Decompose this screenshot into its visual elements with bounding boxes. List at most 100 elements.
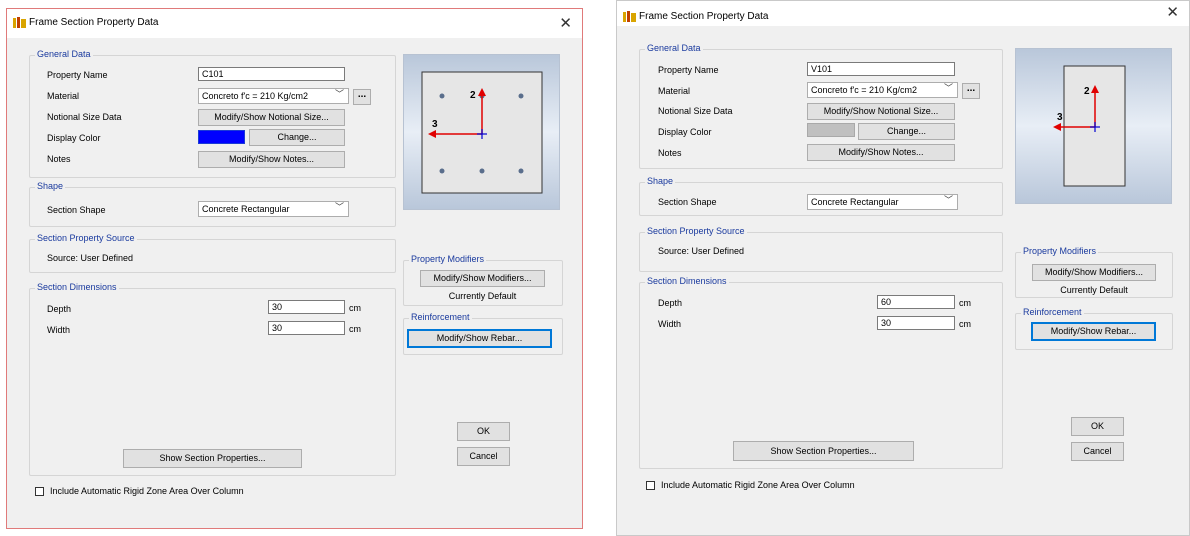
depth-input[interactable]: 60 (877, 295, 955, 309)
notional-size-button[interactable]: Modify/Show Notional Size... (807, 103, 955, 120)
section-drawing: 2 3 (1053, 65, 1126, 187)
group-legend: Property Modifiers (409, 254, 487, 264)
notes-label: Notes (47, 154, 71, 164)
chevron-down-icon: ﹀ (943, 83, 953, 93)
display-color-swatch[interactable] (807, 123, 855, 137)
rebar-dot (518, 168, 524, 174)
axis-2-label: 2 (470, 90, 476, 101)
source-text: Source: User Defined (658, 246, 745, 256)
depth-unit: cm (959, 298, 971, 308)
group-legend: General Data (35, 49, 93, 59)
rebar-button[interactable]: Modify/Show Rebar... (1031, 322, 1156, 341)
notes-button[interactable]: Modify/Show Notes... (807, 144, 955, 161)
material-label: Material (658, 86, 691, 96)
frame-section-dialog-column: Frame Section Property Data ✕ General Da… (6, 8, 583, 529)
source-text: Source: User Defined (47, 253, 134, 263)
group-legend: Section Property Source (645, 226, 747, 236)
width-input[interactable]: 30 (877, 316, 955, 330)
rebar-button[interactable]: Modify/Show Rebar... (407, 329, 552, 348)
depth-label: Depth (47, 304, 72, 314)
group-legend: Section Dimensions (35, 282, 119, 292)
rigid-zone-label: Include Automatic Rigid Zone Area Over C… (50, 486, 244, 496)
section-shape-select[interactable]: Concrete Rectangular ﹀ (807, 194, 958, 210)
modifiers-button[interactable]: Modify/Show Modifiers... (1032, 264, 1156, 281)
depth-label: Depth (658, 298, 683, 308)
window-title: Frame Section Property Data (639, 11, 769, 22)
display-color-label: Display Color (658, 127, 712, 137)
group-legend: Shape (35, 181, 66, 191)
rigid-zone-checkbox[interactable] (35, 487, 44, 496)
group-legend: Property Modifiers (1021, 246, 1099, 256)
close-icon[interactable]: ✕ (1166, 3, 1179, 21)
section-preview: 2 3 (403, 54, 560, 210)
change-color-button[interactable]: Change... (249, 129, 345, 146)
group-legend: Shape (645, 176, 676, 186)
chevron-down-icon: ﹀ (943, 195, 953, 205)
cancel-button[interactable]: Cancel (1071, 442, 1124, 461)
group-legend: Section Property Source (35, 233, 137, 243)
modifiers-status: Currently Default (1060, 285, 1128, 295)
show-section-properties-button[interactable]: Show Section Properties... (733, 441, 914, 461)
axis-3-label: 3 (432, 119, 438, 130)
section-shape-select[interactable]: Concrete Rectangular ﹀ (198, 201, 349, 217)
section-preview: 2 3 (1015, 48, 1172, 204)
close-icon[interactable]: ✕ (559, 14, 572, 32)
notional-size-button[interactable]: Modify/Show Notional Size... (198, 109, 345, 126)
chevron-down-icon: ﹀ (334, 89, 344, 99)
app-icon (13, 17, 26, 28)
section-shape-label: Section Shape (658, 197, 717, 207)
section-shape-label: Section Shape (47, 205, 106, 215)
app-icon (623, 11, 636, 22)
rebar-dot (439, 93, 445, 99)
group-legend: Reinforcement (1021, 307, 1084, 317)
material-label: Material (47, 91, 80, 101)
rebar-dot (439, 168, 445, 174)
section-shape-value: Concrete Rectangular (202, 204, 290, 214)
notes-label: Notes (658, 148, 682, 158)
notes-button[interactable]: Modify/Show Notes... (198, 151, 345, 168)
frame-section-dialog-beam: Frame Section Property Data ✕ General Da… (616, 0, 1190, 536)
ok-button[interactable]: OK (1071, 417, 1124, 436)
ok-button[interactable]: OK (457, 422, 510, 441)
group-legend: General Data (645, 43, 703, 53)
group-legend: Reinforcement (409, 312, 472, 322)
property-name-input[interactable]: V101 (807, 62, 955, 76)
axis-3-label: 3 (1057, 112, 1063, 123)
property-name-input[interactable]: C101 (198, 67, 345, 81)
cancel-button[interactable]: Cancel (457, 447, 510, 466)
group-legend: Section Dimensions (645, 276, 729, 286)
axis-2-label: 2 (1084, 86, 1090, 97)
notional-size-label: Notional Size Data (658, 106, 733, 116)
material-select[interactable]: Concreto f'c = 210 Kg/cm2 ﹀ (198, 88, 349, 104)
section-shape-value: Concrete Rectangular (811, 197, 899, 207)
rigid-zone-checkbox[interactable] (646, 481, 655, 490)
display-color-label: Display Color (47, 133, 101, 143)
title-bar[interactable]: Frame Section Property Data ✕ (617, 1, 1189, 26)
width-label: Width (658, 319, 682, 329)
section-drawing: 2 3 (421, 71, 543, 194)
width-input[interactable]: 30 (268, 321, 345, 335)
material-value: Concreto f'c = 210 Kg/cm2 (202, 91, 309, 101)
width-label: Width (47, 325, 71, 335)
width-unit: cm (959, 319, 971, 329)
chevron-down-icon: ﹀ (334, 202, 344, 212)
width-unit: cm (349, 324, 361, 334)
notional-size-label: Notional Size Data (47, 112, 122, 122)
show-section-properties-button[interactable]: Show Section Properties... (123, 449, 302, 468)
material-value: Concreto f'c = 210 Kg/cm2 (811, 85, 918, 95)
property-name-label: Property Name (47, 70, 108, 80)
depth-unit: cm (349, 303, 361, 313)
material-more-button[interactable]: ... (353, 89, 371, 105)
modifiers-button[interactable]: Modify/Show Modifiers... (420, 270, 545, 287)
display-color-swatch[interactable] (198, 130, 245, 144)
rebar-dot (518, 93, 524, 99)
depth-input[interactable]: 30 (268, 300, 345, 314)
material-select[interactable]: Concreto f'c = 210 Kg/cm2 ﹀ (807, 82, 958, 98)
title-bar[interactable]: Frame Section Property Data ✕ (7, 9, 582, 38)
rigid-zone-label: Include Automatic Rigid Zone Area Over C… (661, 480, 855, 490)
material-more-button[interactable]: ... (962, 83, 980, 99)
rebar-dot (479, 168, 485, 174)
change-color-button[interactable]: Change... (858, 123, 955, 140)
section-dimensions-group: Section Dimensions (29, 282, 396, 476)
property-name-label: Property Name (658, 65, 719, 75)
